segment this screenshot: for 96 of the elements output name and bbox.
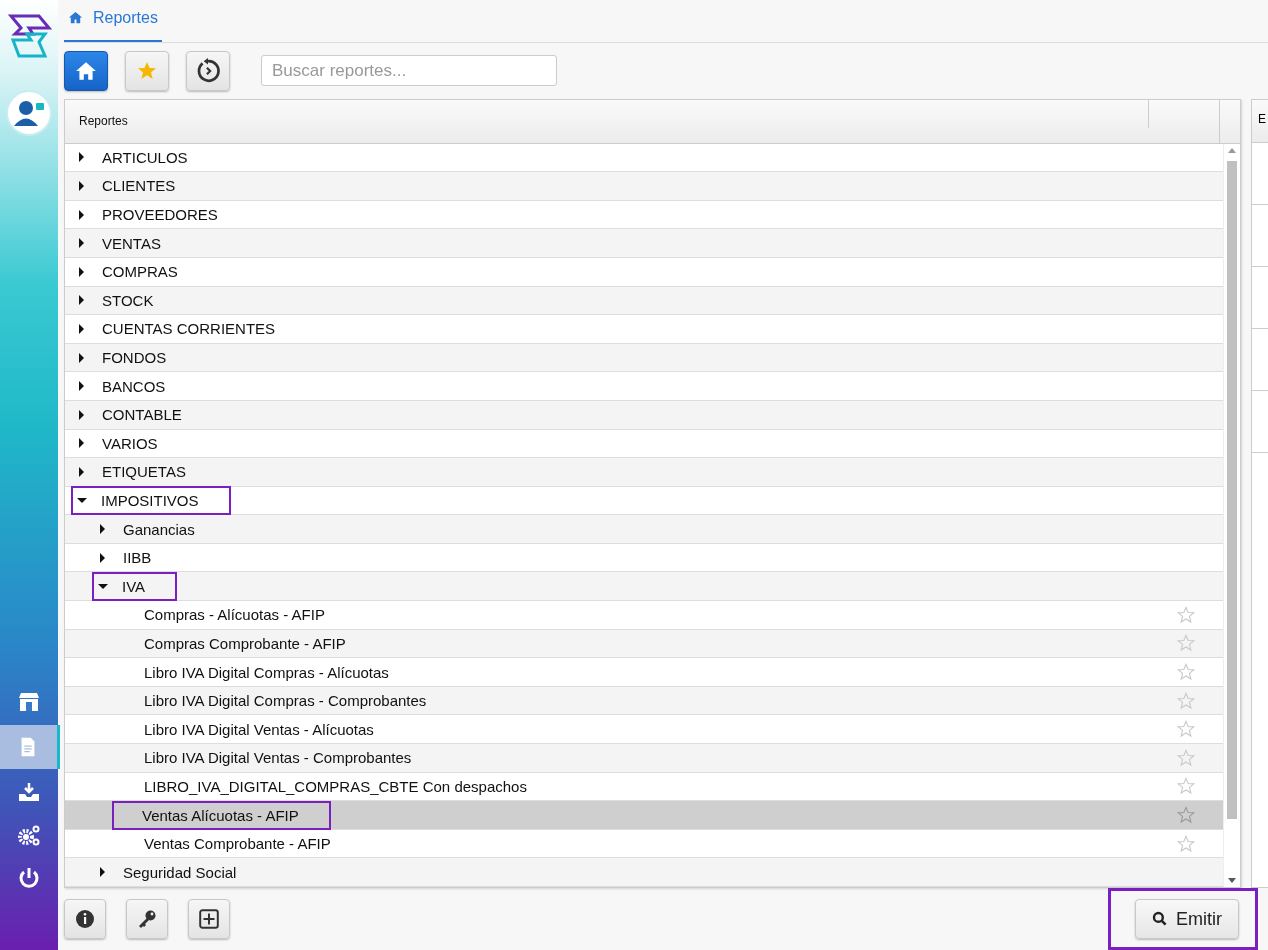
caret-icon[interactable] bbox=[79, 438, 84, 449]
star-icon[interactable] bbox=[1177, 806, 1195, 824]
caret-icon[interactable] bbox=[79, 466, 84, 477]
caret-icon[interactable] bbox=[100, 867, 105, 878]
star-icon[interactable] bbox=[1177, 605, 1195, 624]
tree-label: STOCK bbox=[101, 290, 155, 311]
tree-row[interactable]: CUENTAS CORRIENTES bbox=[65, 315, 1223, 344]
tree-label: Libro IVA Digital Ventas - Comprobantes bbox=[143, 748, 413, 769]
column-header: E bbox=[1252, 99, 1268, 143]
tree-label: Libro IVA Digital Compras - Alícuotas bbox=[143, 662, 390, 683]
star-icon[interactable] bbox=[1177, 720, 1195, 739]
caret-icon[interactable] bbox=[100, 552, 105, 563]
tree-row[interactable]: Ventas Comprobante - AFIP bbox=[65, 829, 1223, 859]
tree-row[interactable]: VARIOS bbox=[65, 429, 1223, 459]
search-field[interactable]: Buscar reportes... bbox=[261, 55, 557, 87]
tree-label: Seguridad Social bbox=[122, 862, 238, 883]
tree-label: Libro IVA Digital Ventas - Alícuotas bbox=[143, 719, 375, 740]
tree-row[interactable]: COMPRAS bbox=[65, 257, 1223, 287]
tree-label: IMPOSITIVOS bbox=[71, 486, 231, 515]
plus-square-icon bbox=[198, 908, 220, 930]
tree-label: VENTAS bbox=[101, 233, 162, 254]
tree-label: COMPRAS bbox=[101, 262, 179, 283]
tree-row[interactable]: IIBB bbox=[65, 543, 1223, 573]
tree-row[interactable]: Libro IVA Digital Compras - Alícuotas bbox=[65, 658, 1223, 687]
history-button[interactable] bbox=[186, 50, 230, 91]
star-icon[interactable] bbox=[1177, 777, 1195, 796]
tree-row[interactable]: Seguridad Social bbox=[65, 858, 1223, 887]
tree-row[interactable]: ARTICULOS bbox=[65, 143, 1223, 173]
info-button[interactable] bbox=[64, 899, 106, 939]
tree-row[interactable]: CLIENTES bbox=[65, 172, 1223, 201]
star-icon[interactable] bbox=[1177, 634, 1195, 653]
star-icon[interactable] bbox=[1177, 663, 1195, 682]
star-icon[interactable] bbox=[1177, 691, 1195, 710]
tree-row[interactable]: Ventas Alícuotas - AFIP bbox=[65, 801, 1223, 830]
tree-row[interactable]: PROVEEDORES bbox=[65, 200, 1223, 230]
caret-icon[interactable] bbox=[79, 381, 84, 392]
tree-row[interactable]: IVA bbox=[65, 572, 1223, 602]
tree-row[interactable]: Libro IVA Digital Ventas - Comprobantes bbox=[65, 744, 1223, 773]
caret-icon[interactable] bbox=[79, 238, 84, 249]
tree-label: VARIOS bbox=[101, 433, 159, 454]
tree-label: IIBB bbox=[122, 548, 153, 569]
info-icon bbox=[75, 909, 95, 929]
tree-row[interactable]: CONTABLE bbox=[65, 400, 1223, 430]
tree-label: LIBRO_IVA_DIGITAL_COMPRAS_CBTE Con despachos bbox=[143, 776, 528, 797]
star-icon[interactable] bbox=[1177, 748, 1195, 767]
key-button[interactable] bbox=[126, 899, 168, 939]
tree-label: IVA bbox=[92, 571, 178, 601]
tree-label: ETIQUETAS bbox=[101, 462, 187, 483]
tree-row[interactable]: Libro IVA Digital Ventas - Alícuotas bbox=[65, 715, 1223, 745]
home-icon bbox=[68, 10, 83, 26]
key-icon bbox=[137, 909, 157, 929]
caret-icon[interactable] bbox=[79, 295, 84, 306]
scrollbar[interactable] bbox=[1223, 143, 1240, 887]
tree-label: BANCOS bbox=[101, 376, 167, 397]
tree-row[interactable]: Compras Comprobante - AFIP bbox=[65, 629, 1223, 659]
tree-row[interactable]: IMPOSITIVOS bbox=[65, 486, 1223, 516]
tree-row[interactable]: Compras - Alícuotas - AFIP bbox=[65, 601, 1223, 630]
tree-label: CUENTAS CORRIENTES bbox=[101, 319, 277, 340]
star-icon bbox=[137, 60, 157, 81]
tree-row[interactable]: BANCOS bbox=[65, 372, 1223, 401]
tree-label: CLIENTES bbox=[101, 176, 177, 197]
caret-icon[interactable] bbox=[79, 266, 84, 277]
tree-label: Ventas Alícuotas - AFIP bbox=[112, 800, 331, 830]
caret-icon[interactable] bbox=[79, 409, 84, 420]
star-icon[interactable] bbox=[1177, 834, 1195, 853]
tree-label: Compras - Alícuotas - AFIP bbox=[143, 605, 326, 626]
reportes-tab[interactable]: Reportes bbox=[64, 8, 162, 42]
home-button[interactable] bbox=[64, 50, 108, 91]
caret-icon[interactable] bbox=[100, 524, 105, 535]
caret-icon[interactable] bbox=[79, 209, 84, 220]
tree-row[interactable]: ETIQUETAS bbox=[65, 458, 1223, 487]
caret-icon[interactable] bbox=[98, 583, 108, 589]
caret-icon[interactable] bbox=[79, 352, 84, 363]
tree-row[interactable]: Libro IVA Digital Compras - Comprobantes bbox=[65, 686, 1223, 716]
tree-label: Libro IVA Digital Compras - Comprobantes bbox=[143, 691, 428, 712]
caret-icon[interactable] bbox=[77, 498, 87, 503]
tree-row[interactable]: FONDOS bbox=[65, 343, 1223, 373]
tree-row[interactable]: VENTAS bbox=[65, 229, 1223, 258]
tree-label: PROVEEDORES bbox=[101, 205, 219, 226]
tree-row[interactable]: Ganancias bbox=[65, 515, 1223, 544]
caret-icon[interactable] bbox=[79, 180, 84, 191]
history-icon bbox=[195, 57, 221, 84]
caret-icon[interactable] bbox=[79, 152, 84, 163]
tree-label: Compras Comprobante - AFIP bbox=[143, 633, 347, 654]
search-icon bbox=[1152, 911, 1168, 927]
tree-label: ARTICULOS bbox=[101, 147, 189, 168]
tree-label: CONTABLE bbox=[101, 405, 183, 426]
tree-row[interactable]: LIBRO_IVA_DIGITAL_COMPRAS_CBTE Con despachos bbox=[65, 772, 1223, 802]
tree-row[interactable]: STOCK bbox=[65, 286, 1223, 316]
tree-label: Ganancias bbox=[122, 519, 196, 540]
add-button[interactable] bbox=[188, 899, 230, 939]
tree-label: FONDOS bbox=[101, 348, 168, 368]
caret-icon[interactable] bbox=[79, 323, 84, 334]
tree-label: Ventas Comprobante - AFIP bbox=[143, 834, 332, 855]
column-header: Reportes bbox=[78, 112, 129, 130]
emit-button[interactable]: Emitir bbox=[1135, 899, 1239, 939]
